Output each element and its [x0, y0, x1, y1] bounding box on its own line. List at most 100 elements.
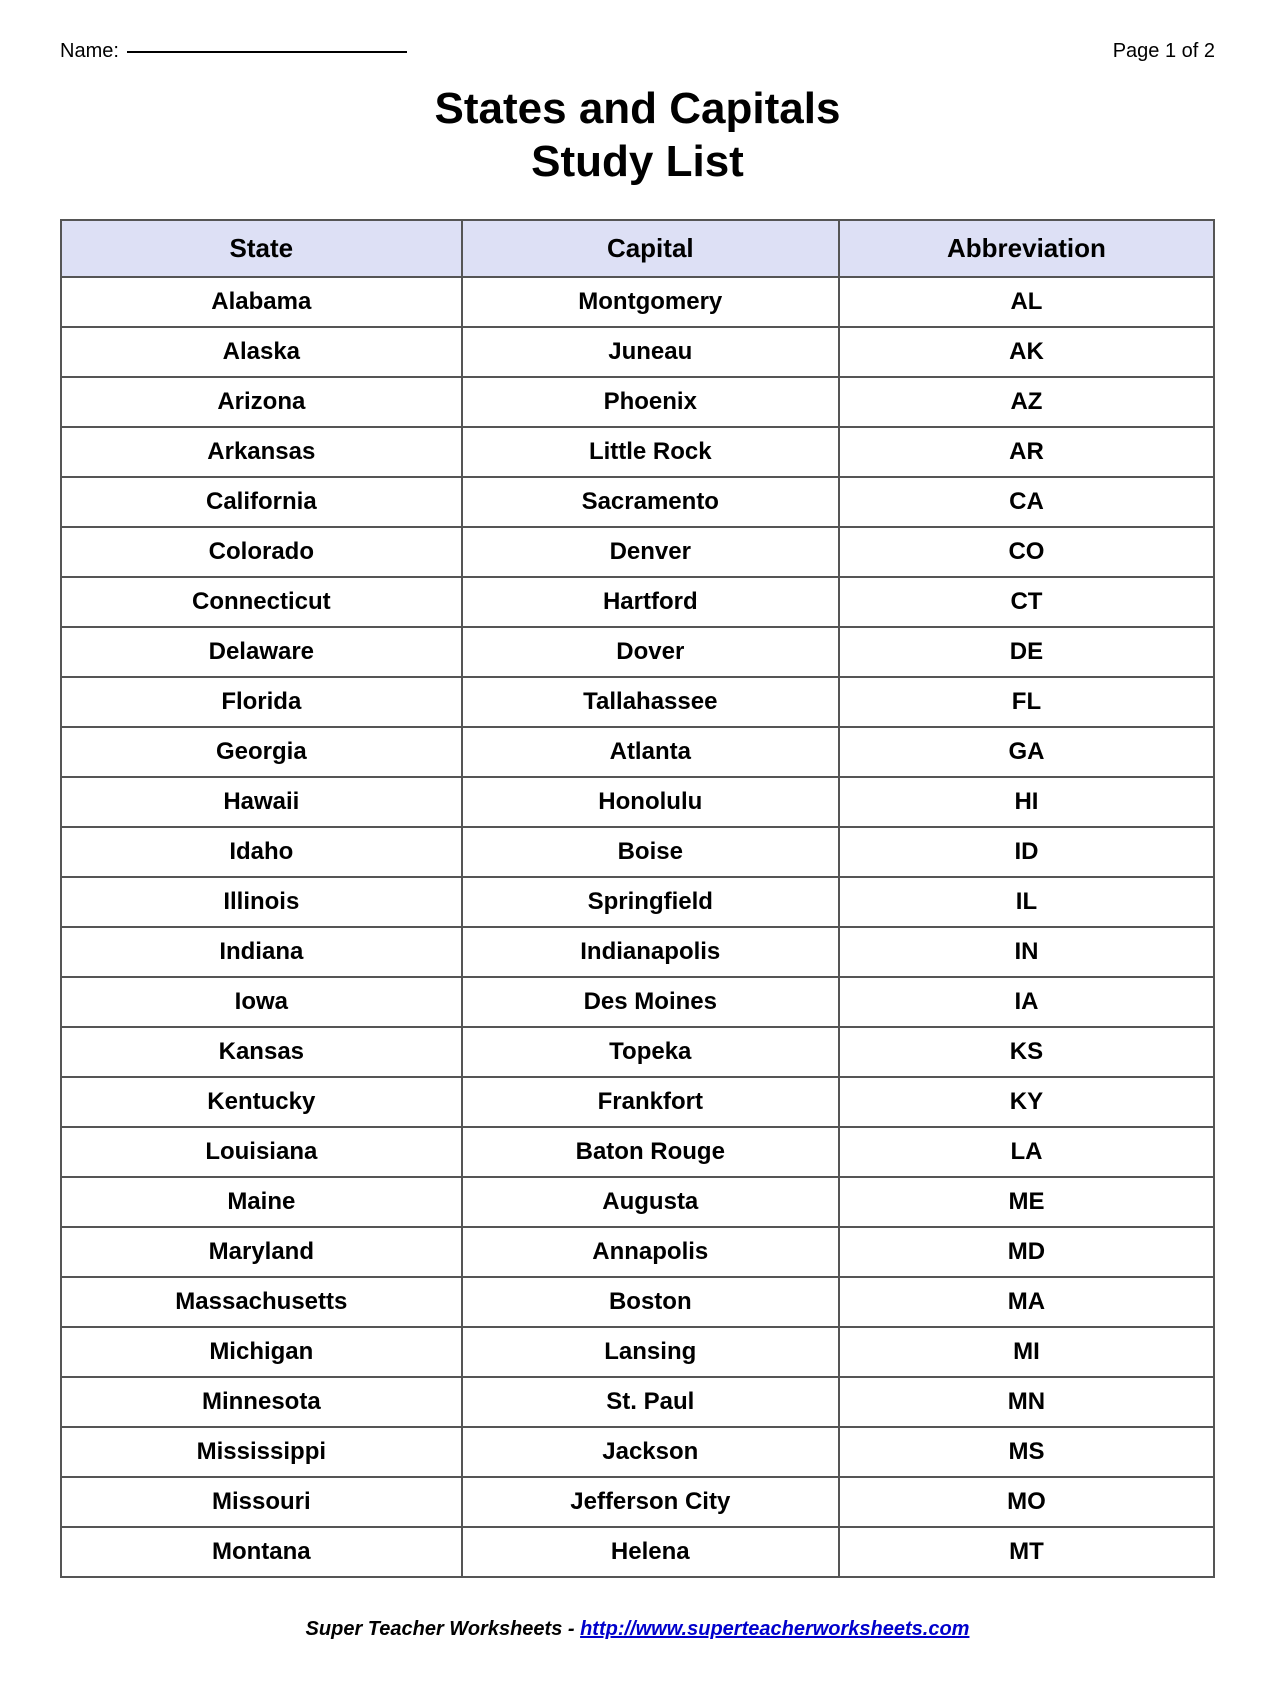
state-cell: Georgia: [61, 727, 462, 777]
table-row: HawaiiHonoluluHI: [61, 777, 1214, 827]
state-cell: Hawaii: [61, 777, 462, 827]
abbreviation-cell: IL: [839, 877, 1214, 927]
capital-cell: Boise: [462, 827, 839, 877]
state-cell: Indiana: [61, 927, 462, 977]
abbreviation-cell: MD: [839, 1227, 1214, 1277]
capital-cell: Phoenix: [462, 377, 839, 427]
table-row: IowaDes MoinesIA: [61, 977, 1214, 1027]
capital-cell: Dover: [462, 627, 839, 677]
state-cell: Louisiana: [61, 1127, 462, 1177]
table-row: DelawareDoverDE: [61, 627, 1214, 677]
abbreviation-cell: ID: [839, 827, 1214, 877]
state-cell: Connecticut: [61, 577, 462, 627]
abbreviation-cell: AK: [839, 327, 1214, 377]
table-row: ColoradoDenverCO: [61, 527, 1214, 577]
abbreviation-cell: CA: [839, 477, 1214, 527]
table-row: MinnesotaSt. PaulMN: [61, 1377, 1214, 1427]
abbreviation-cell: IN: [839, 927, 1214, 977]
state-cell: Arizona: [61, 377, 462, 427]
table-row: ArkansasLittle RockAR: [61, 427, 1214, 477]
abbreviation-cell: MI: [839, 1327, 1214, 1377]
capital-cell: Helena: [462, 1527, 839, 1577]
col-header-abbreviation: Abbreviation: [839, 220, 1214, 277]
table-row: IllinoisSpringfieldIL: [61, 877, 1214, 927]
table-row: FloridaTallahasseeFL: [61, 677, 1214, 727]
capital-cell: Boston: [462, 1277, 839, 1327]
table-row: ArizonaPhoenixAZ: [61, 377, 1214, 427]
name-field: Name:: [60, 40, 407, 63]
abbreviation-cell: AR: [839, 427, 1214, 477]
col-header-state: State: [61, 220, 462, 277]
abbreviation-cell: MS: [839, 1427, 1214, 1477]
capital-cell: Annapolis: [462, 1227, 839, 1277]
capital-cell: Springfield: [462, 877, 839, 927]
table-row: CaliforniaSacramentoCA: [61, 477, 1214, 527]
table-row: KansasTopekaKS: [61, 1027, 1214, 1077]
states-capitals-table: State Capital Abbreviation AlabamaMontgo…: [60, 219, 1215, 1578]
table-row: IndianaIndianapolisIN: [61, 927, 1214, 977]
table-row: AlaskaJuneauAK: [61, 327, 1214, 377]
title-line1: States and Capitals: [435, 84, 841, 133]
page-header: Name: Page 1 of 2: [60, 40, 1215, 63]
abbreviation-cell: CT: [839, 577, 1214, 627]
state-cell: Maine: [61, 1177, 462, 1227]
table-row: ConnecticutHartfordCT: [61, 577, 1214, 627]
footer-text: Super Teacher Worksheets -: [306, 1618, 581, 1640]
capital-cell: Lansing: [462, 1327, 839, 1377]
name-line: [127, 51, 407, 53]
state-cell: Missouri: [61, 1477, 462, 1527]
table-row: IdahoBoiseID: [61, 827, 1214, 877]
state-cell: Delaware: [61, 627, 462, 677]
name-label: Name:: [60, 40, 119, 63]
state-cell: Kansas: [61, 1027, 462, 1077]
title-section: States and Capitals Study List: [60, 83, 1215, 189]
title-line2: Study List: [531, 137, 744, 186]
capital-cell: St. Paul: [462, 1377, 839, 1427]
table-row: GeorgiaAtlantaGA: [61, 727, 1214, 777]
abbreviation-cell: KS: [839, 1027, 1214, 1077]
footer: Super Teacher Worksheets - http://www.su…: [60, 1618, 1215, 1641]
table-row: MaineAugustaME: [61, 1177, 1214, 1227]
capital-cell: Little Rock: [462, 427, 839, 477]
state-cell: Colorado: [61, 527, 462, 577]
state-cell: Mississippi: [61, 1427, 462, 1477]
state-cell: Arkansas: [61, 427, 462, 477]
capital-cell: Topeka: [462, 1027, 839, 1077]
state-cell: Massachusetts: [61, 1277, 462, 1327]
abbreviation-cell: DE: [839, 627, 1214, 677]
page-number: Page 1 of 2: [1113, 40, 1215, 63]
abbreviation-cell: AL: [839, 277, 1214, 327]
capital-cell: Sacramento: [462, 477, 839, 527]
state-cell: Michigan: [61, 1327, 462, 1377]
state-cell: Montana: [61, 1527, 462, 1577]
state-cell: Florida: [61, 677, 462, 727]
capital-cell: Hartford: [462, 577, 839, 627]
capital-cell: Jackson: [462, 1427, 839, 1477]
abbreviation-cell: KY: [839, 1077, 1214, 1127]
abbreviation-cell: CO: [839, 527, 1214, 577]
state-cell: Alabama: [61, 277, 462, 327]
abbreviation-cell: IA: [839, 977, 1214, 1027]
abbreviation-cell: MO: [839, 1477, 1214, 1527]
state-cell: Kentucky: [61, 1077, 462, 1127]
capital-cell: Atlanta: [462, 727, 839, 777]
table-row: MontanaHelenaMT: [61, 1527, 1214, 1577]
table-row: MichiganLansingMI: [61, 1327, 1214, 1377]
abbreviation-cell: MT: [839, 1527, 1214, 1577]
capital-cell: Baton Rouge: [462, 1127, 839, 1177]
col-header-capital: Capital: [462, 220, 839, 277]
abbreviation-cell: GA: [839, 727, 1214, 777]
state-cell: Illinois: [61, 877, 462, 927]
abbreviation-cell: ME: [839, 1177, 1214, 1227]
table-row: MississippiJacksonMS: [61, 1427, 1214, 1477]
capital-cell: Indianapolis: [462, 927, 839, 977]
abbreviation-cell: MN: [839, 1377, 1214, 1427]
footer-link[interactable]: http://www.superteacherworksheets.com: [580, 1618, 969, 1640]
table-row: MarylandAnnapolisMD: [61, 1227, 1214, 1277]
capital-cell: Frankfort: [462, 1077, 839, 1127]
state-cell: Idaho: [61, 827, 462, 877]
capital-cell: Tallahassee: [462, 677, 839, 727]
abbreviation-cell: FL: [839, 677, 1214, 727]
abbreviation-cell: LA: [839, 1127, 1214, 1177]
state-cell: Minnesota: [61, 1377, 462, 1427]
